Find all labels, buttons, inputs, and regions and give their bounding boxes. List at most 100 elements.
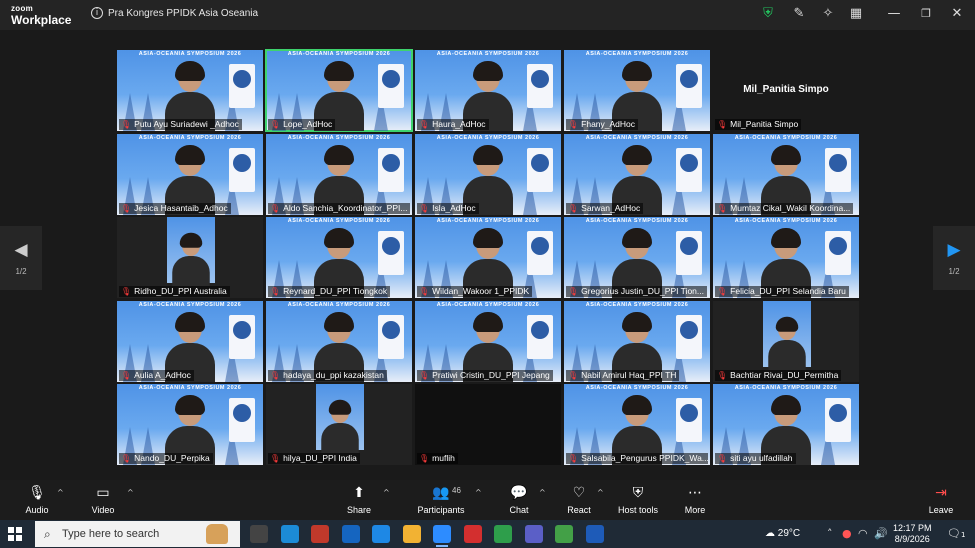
video-thumbnail — [316, 384, 364, 453]
participant-name: Nando_DU_Perpika — [134, 453, 210, 463]
virtual-background-banner: ASIA-OCEANIA SYMPOSIUM 2026 — [734, 134, 838, 141]
share-options-caret[interactable]: ^ — [383, 488, 390, 497]
speaker-icon[interactable]: 🔊 — [874, 527, 888, 540]
audio-options-caret[interactable]: ^ — [57, 488, 64, 497]
tray-app-icon[interactable]: ● — [842, 527, 852, 540]
taskbar-search-box[interactable]: ⌕ Type here to search — [35, 521, 240, 547]
chrome-icon[interactable] — [494, 525, 512, 543]
sparkle-icon[interactable]: ✧ — [820, 6, 836, 22]
share-button[interactable]: ⬆ Share — [344, 484, 374, 515]
participant-tile[interactable]: ASIA-OCEANIA SYMPOSIUM 2026 🎙 siti ayu ulf… — [713, 384, 859, 465]
event-badge-graphic — [378, 147, 404, 192]
brand-workplace: Workplace — [11, 13, 72, 27]
virtual-background-banner: ASIA-OCEANIA SYMPOSIUM 2026 — [138, 51, 242, 57]
windows-start-icon[interactable] — [8, 527, 22, 541]
participant-count: 46 — [452, 486, 461, 495]
mic-muted-icon: 🎙 — [121, 287, 132, 296]
chevron-up-icon[interactable]: ˄ — [827, 527, 833, 540]
edge-icon[interactable] — [280, 525, 299, 543]
task-view-icon[interactable] — [250, 525, 268, 543]
participant-name-label: 🎙 Mil_Panitia Simpo — [715, 119, 802, 130]
participant-tile[interactable]: 🎙 Bachtiar Rivai_DU_Permitha — [713, 300, 859, 382]
participant-tile[interactable]: 🎙 Ridho_DU_PPI Australia — [117, 217, 263, 298]
participant-tile[interactable]: ASIA-OCEANIA SYMPOSIUM 2026 🎙 Sarwan_AdHoc — [564, 133, 710, 215]
more-button[interactable]: ⋯ More — [680, 484, 710, 515]
video-options-caret[interactable]: ^ — [127, 488, 134, 497]
chat-options-caret[interactable]: ^ — [539, 488, 546, 497]
participant-tile[interactable]: ASIA-OCEANIA SYMPOSIUM 2026 🎙 Nabil Amirul… — [564, 300, 710, 382]
info-icon[interactable]: i — [91, 7, 103, 19]
participant-tile[interactable]: ASIA-OCEANIA SYMPOSIUM 2026 🎙 Nando_DU_Per… — [117, 384, 263, 465]
participant-tile[interactable]: ASIA-OCEANIA SYMPOSIUM 2026 🎙 Haura_AdHoc — [415, 50, 561, 131]
shield-icon[interactable]: ⛨ — [760, 6, 776, 22]
audio-button[interactable]: 🎙 Audio — [22, 484, 52, 515]
event-badge-graphic — [378, 231, 404, 275]
virtual-background-banner: ASIA-OCEANIA SYMPOSIUM 2026 — [138, 134, 242, 141]
host-tools-button[interactable]: ⛨ Host tools — [614, 484, 662, 515]
outlook-icon[interactable] — [341, 525, 360, 543]
participant-tile[interactable]: ASIA-OCEANIA SYMPOSIUM 2026 🎙 Pratiwi Cris… — [415, 300, 561, 382]
participant-tile[interactable]: 🎙 muflih — [415, 384, 561, 465]
maximize-icon[interactable]: ❐ — [918, 6, 934, 22]
participant-tile[interactable]: ASIA-OCEANIA SYMPOSIUM 2026 🎙 Mumtaz Cikal… — [713, 133, 859, 215]
previous-page-button[interactable]: ◀ 1/2 — [0, 226, 42, 290]
participant-name-label: 🎙 Nabil Amirul Haq_PPI TH — [566, 369, 680, 381]
event-badge-graphic — [527, 231, 553, 275]
participant-name: Sarwan_AdHoc — [581, 202, 641, 213]
participant-tile[interactable]: ASIA-OCEANIA SYMPOSIUM 2026 🎙 Isla_AdHoc — [415, 133, 561, 215]
weather-widget[interactable]: ☁ 29°C — [765, 528, 800, 539]
participant-name: Isla_AdHoc — [432, 202, 476, 213]
participant-tile[interactable]: ASIA-OCEANIA SYMPOSIUM 2026 🎙 Gregorius Ju… — [564, 217, 710, 298]
virtual-background-banner: ASIA-OCEANIA SYMPOSIUM 2026 — [287, 51, 391, 57]
next-page-button[interactable]: ▶ 1/2 — [933, 226, 975, 290]
minimize-icon[interactable]: — — [886, 6, 902, 22]
msn-icon[interactable] — [311, 525, 329, 543]
mic-muted-icon: 🎙 — [568, 454, 579, 463]
participant-tile[interactable]: ASIA-OCEANIA SYMPOSIUM 2026 🎙 Reynard_DU_P… — [266, 217, 412, 298]
teams-icon[interactable] — [524, 525, 543, 543]
dropbox-icon[interactable] — [372, 525, 390, 543]
pen-icon[interactable]: ✎ — [791, 6, 807, 22]
system-clock[interactable]: 12:17 PM 8/9/2026 — [893, 523, 932, 545]
wifi-icon[interactable]: ◠ — [858, 527, 868, 540]
virtual-background-banner: ASIA-OCEANIA SYMPOSIUM 2026 — [287, 134, 391, 141]
participants-options-caret[interactable]: ^ — [475, 488, 482, 497]
file-explorer-icon[interactable] — [402, 525, 421, 543]
participant-name: Aldo Sanchia_Koordinator_PPI... — [283, 202, 408, 213]
mic-muted-icon: 🎙 — [568, 120, 579, 129]
participant-tile[interactable]: 🎙 hilya_DU_PPI India — [266, 384, 412, 465]
participant-name: Haura_AdHoc — [432, 119, 486, 129]
participant-tile[interactable]: ASIA-OCEANIA SYMPOSIUM 2026 🎙 Wildan_Wakoo… — [415, 217, 561, 298]
participant-name: Pratiwi Cristin_DU_PPI Jepang — [432, 369, 550, 380]
react-button[interactable]: ♡ React — [564, 484, 594, 515]
participant-tile[interactable]: ASIA-OCEANIA SYMPOSIUM 2026 🎙 Aldo Sanchia… — [266, 133, 412, 215]
video-button[interactable]: ▭ Video — [88, 484, 118, 515]
participant-tile[interactable]: ASIA-OCEANIA SYMPOSIUM 2026 🎙 Jesica Hasan… — [117, 133, 263, 215]
participant-tile[interactable]: ASIA-OCEANIA SYMPOSIUM 2026 🎙 Felicia_DU_P… — [713, 217, 859, 298]
grid-icon[interactable]: ▦ — [848, 6, 864, 22]
participant-tile[interactable]: ASIA-OCEANIA SYMPOSIUM 2026 🎙 Putu Ayu Sur… — [117, 50, 263, 131]
mic-muted-icon: 🎙 — [717, 287, 728, 296]
participant-tile[interactable]: Mil_Panitia Simpo 🎙 Mil_Panitia Simpo — [713, 50, 859, 131]
close-icon[interactable]: ✕ — [949, 6, 965, 22]
virtual-background-banner: ASIA-OCEANIA SYMPOSIUM 2026 — [734, 218, 838, 224]
participant-tile[interactable]: ASIA-OCEANIA SYMPOSIUM 2026 🎙 Lope_AdHoc — [265, 49, 413, 132]
react-options-caret[interactable]: ^ — [597, 488, 604, 497]
chrome-profile-icon[interactable] — [555, 525, 573, 543]
participant-tile[interactable]: ASIA-OCEANIA SYMPOSIUM 2026 🎙 Salsabila_Pe… — [564, 384, 710, 465]
participant-tile[interactable]: ASIA-OCEANIA SYMPOSIUM 2026 🎙 Fhany_AdHoc — [564, 50, 710, 131]
notification-icon[interactable]: 🗨1 — [947, 527, 965, 540]
chat-icon: 💬 — [510, 485, 528, 501]
chat-label: Chat — [509, 505, 529, 515]
participant-tile[interactable]: ASIA-OCEANIA SYMPOSIUM 2026 🎙 hadaya_du_pp… — [266, 300, 412, 382]
event-badge-graphic — [676, 64, 702, 108]
participant-name-label: 🎙 Ridho_DU_PPI Australia — [119, 286, 230, 297]
notification-count: 1 — [960, 531, 966, 539]
participant-tile[interactable]: ASIA-OCEANIA SYMPOSIUM 2026 🎙 Aulia A_AdHo… — [117, 300, 263, 382]
leave-button[interactable]: ⇥ Leave — [926, 484, 956, 515]
mic-muted-icon: 🎙 — [568, 370, 579, 380]
opera-icon[interactable] — [463, 525, 482, 543]
zoom-icon[interactable] — [433, 525, 451, 547]
word-icon[interactable] — [585, 525, 604, 543]
chat-button[interactable]: 💬 Chat — [504, 484, 534, 515]
